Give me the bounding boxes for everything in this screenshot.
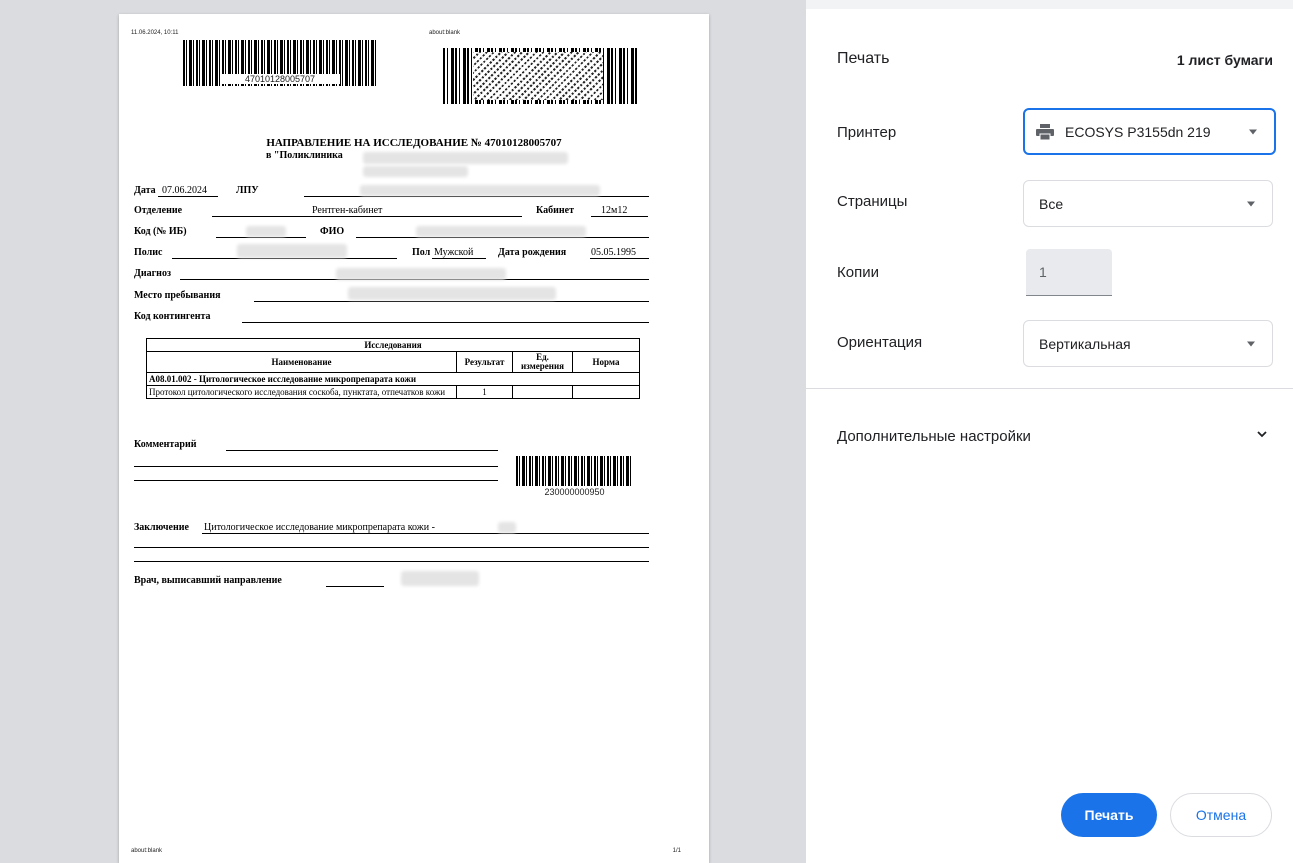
barcode-top-number: 47010128005707 [220, 74, 340, 84]
department-label: Отделение [134, 205, 183, 216]
header-datetime: 11.06.2024, 10:11 [131, 30, 179, 36]
redacted-code [246, 226, 286, 237]
redacted-stay [348, 287, 556, 300]
panel-divider [806, 388, 1293, 389]
lpu-label: ЛПУ [236, 185, 259, 196]
row-stay: Место пребывания [134, 287, 649, 304]
code-label: Код (№ ИБ) [134, 226, 187, 237]
cabinet-label: Кабинет [536, 205, 574, 216]
barcode-bottom-number: 230000000950 [544, 487, 605, 497]
conclusion-label: Заключение [134, 522, 189, 533]
row-conclusion: Заключение Цитологическое исследование м… [134, 522, 649, 536]
cell-norm [572, 385, 640, 399]
matrix-barcode [443, 48, 637, 104]
printer-label: Принтер [837, 124, 897, 141]
orientation-label: Ориентация [837, 334, 923, 351]
fio-label: ФИО [320, 226, 345, 237]
department-value: Рентген-кабинет [312, 205, 383, 216]
row-doctor: Врач, выписавший направление [134, 571, 649, 589]
printer-select[interactable]: ECOSYS P3155dn 219 [1023, 108, 1276, 155]
studies-table: Исследования Наименование Результат Ед. … [146, 338, 640, 399]
print-settings-panel: Печать 1 лист бумаги Принтер ECOSYS P315… [806, 0, 1293, 863]
col-unit: Ед. измерения [512, 351, 573, 373]
cell-result: 1 [456, 385, 513, 399]
document-title: НАПРАВЛЕНИЕ НА ИССЛЕДОВАНИЕ № 4701012800… [266, 137, 562, 149]
footer-url: about:blank [131, 848, 163, 854]
dob-value: 05.05.1995 [591, 247, 636, 258]
copies-input[interactable]: 1 [1026, 249, 1112, 296]
redacted-clinic-2 [363, 166, 468, 177]
row-comment [134, 439, 649, 453]
polis-label: Полис [134, 247, 163, 258]
chevron-down-icon[interactable] [1257, 429, 1267, 439]
redacted-doctor [401, 571, 479, 586]
dropdown-arrow-icon [1247, 201, 1255, 206]
row-contingent: Код контингента [134, 311, 649, 325]
cell-unit [512, 385, 573, 399]
panel-title: Печать [837, 50, 890, 67]
redacted-diagnosis [336, 268, 506, 280]
table-group: A08.01.002 - Цитологическое исследование… [146, 372, 640, 386]
table-caption: Исследования [146, 338, 640, 352]
doctor-label: Врач, выписавший направление [134, 575, 282, 586]
cabinet-value: 12м12 [601, 205, 628, 216]
comment-label-text: Комментарий [134, 439, 197, 450]
printer-icon [1036, 124, 1054, 140]
preview-page: 11.06.2024, 10:11 about:blank 4701012800… [119, 14, 709, 863]
row-code: Код (№ ИБ) ФИО [134, 226, 649, 240]
redacted-polis [237, 244, 347, 258]
panel-top-strip [806, 0, 1293, 9]
orientation-value: Вертикальная [1039, 335, 1131, 352]
redacted-clinic [363, 152, 568, 164]
col-norm: Норма [572, 351, 640, 373]
diagnosis-label: Диагноз [134, 268, 171, 279]
row-polis: Полис Пол Мужской Дата рождения 05.05.19… [134, 244, 649, 261]
cancel-button[interactable]: Отмена [1170, 793, 1272, 837]
printer-value: ECOSYS P3155dn 219 [1065, 123, 1211, 140]
header-url: about:blank [429, 30, 461, 36]
copies-value: 1 [1039, 264, 1047, 280]
date-label: Дата [134, 185, 156, 196]
col-name: Наименование [146, 351, 457, 373]
date-value: 07.06.2024 [162, 185, 207, 196]
cell-name: Протокол цитологического исследования со… [146, 385, 457, 399]
dropdown-arrow-icon [1247, 341, 1255, 346]
conclusion-value: Цитологическое исследование микропрепара… [204, 522, 435, 533]
row-department: Отделение Рентген-кабинет Кабинет 12м12 [134, 205, 649, 219]
stay-label: Место пребывания [134, 290, 221, 301]
dropdown-arrow-icon [1249, 129, 1257, 134]
barcode-bottom [516, 456, 633, 486]
sheet-count: 1 лист бумаги [1176, 52, 1273, 68]
row-date: Дата 07.06.2024 ЛПУ [134, 185, 649, 199]
print-button[interactable]: Печать [1061, 793, 1157, 837]
pages-value: Все [1039, 195, 1064, 212]
row-diagnosis: Диагноз [134, 268, 649, 282]
orientation-select[interactable]: Вертикальная [1023, 320, 1273, 367]
redacted-conclusion [498, 522, 516, 533]
more-settings-toggle[interactable]: Дополнительные настройки [837, 428, 1031, 445]
footer-page: 1/1 [672, 848, 681, 854]
redacted-fio [416, 226, 586, 237]
print-preview-pane: 11.06.2024, 10:11 about:blank 4701012800… [0, 0, 806, 863]
pages-label: Страницы [837, 193, 908, 210]
sex-label: Пол [412, 247, 431, 258]
contingent-label: Код контингента [134, 311, 211, 322]
table-row: Протокол цитологического исследования со… [146, 385, 640, 399]
copies-label: Копии [837, 264, 879, 281]
dob-label: Дата рождения [498, 247, 567, 258]
redacted-lpu [360, 185, 600, 196]
pages-select[interactable]: Все [1023, 180, 1273, 227]
sex-value: Мужской [434, 247, 474, 258]
col-result: Результат [456, 351, 513, 373]
